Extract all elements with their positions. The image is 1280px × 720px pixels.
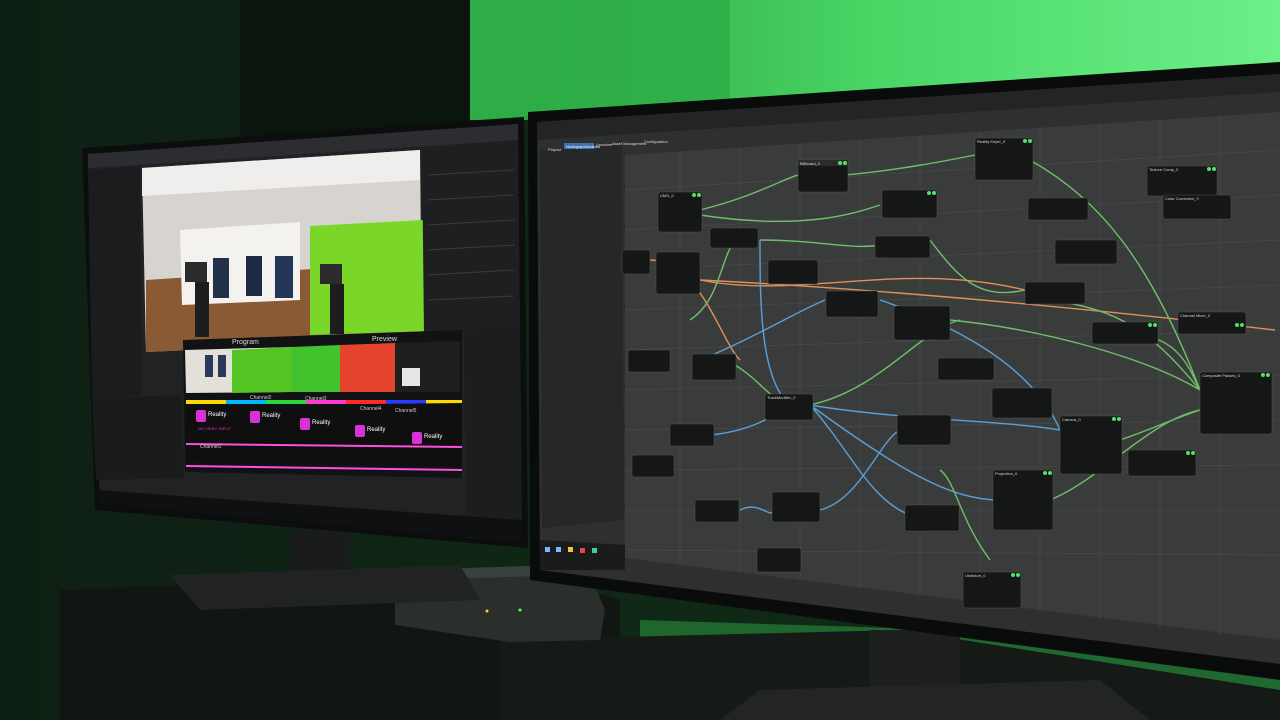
node-q [937,357,995,381]
node-title-billboard: Billboard_0 [800,161,821,166]
node-p [691,353,737,381]
tab-nodegraph[interactable]: Nodegraph/Actions [566,144,600,149]
node-o [627,349,671,373]
node-title-umg: UMG_0 [660,193,674,198]
node-c [1027,197,1089,221]
node-t [896,414,952,446]
tab-launcher[interactable]: Launcher [596,142,613,147]
node-camera [1059,415,1123,475]
right-monitor [528,62,1280,680]
node-title-projection: Projection_0 [995,471,1018,476]
node-i [767,259,819,285]
node-y [694,499,740,523]
node-title-track-modifier: TrackModifier_0 [767,395,796,400]
node-title-composite-passes: Composite Passes_0 [1202,373,1240,378]
node-composite-passes [1199,371,1273,435]
node-title-channel-mixer: Channel Mixer_0 [1180,313,1211,318]
node-f [1054,239,1118,265]
node-w [631,454,675,478]
node-x [771,491,821,523]
node-title-texture-comp: Texture Comp_0 [1149,167,1179,172]
node-v [1127,449,1197,477]
node-j [1024,281,1086,305]
node-r [991,387,1053,419]
node-z [904,504,960,532]
node-d [709,227,759,249]
tab-configuration[interactable]: Configuration [644,139,668,144]
node-k [825,290,879,318]
node-l [893,305,951,341]
photo-scene: Program Preview Channel2 Channel3 Channe… [0,0,1280,720]
node-h [655,251,701,295]
node-title-reality-keyer: Reality Keyer_0 [977,139,1006,144]
node-u [669,423,715,447]
node-g [621,249,651,275]
node-title-undistort: Undistort_0 [965,573,986,578]
node-title-camera: Camera_0 [1062,417,1081,422]
node-e [874,235,931,259]
tab-playout[interactable]: Playout [548,147,561,152]
node-umg [657,191,703,233]
node-reality-keyer [974,137,1034,181]
node-title-color-correction: Color Correction_0 [1165,196,1199,201]
node-projection [992,469,1054,531]
tab-asset-management[interactable]: Asset Management [612,141,646,146]
node-aa [756,547,802,573]
